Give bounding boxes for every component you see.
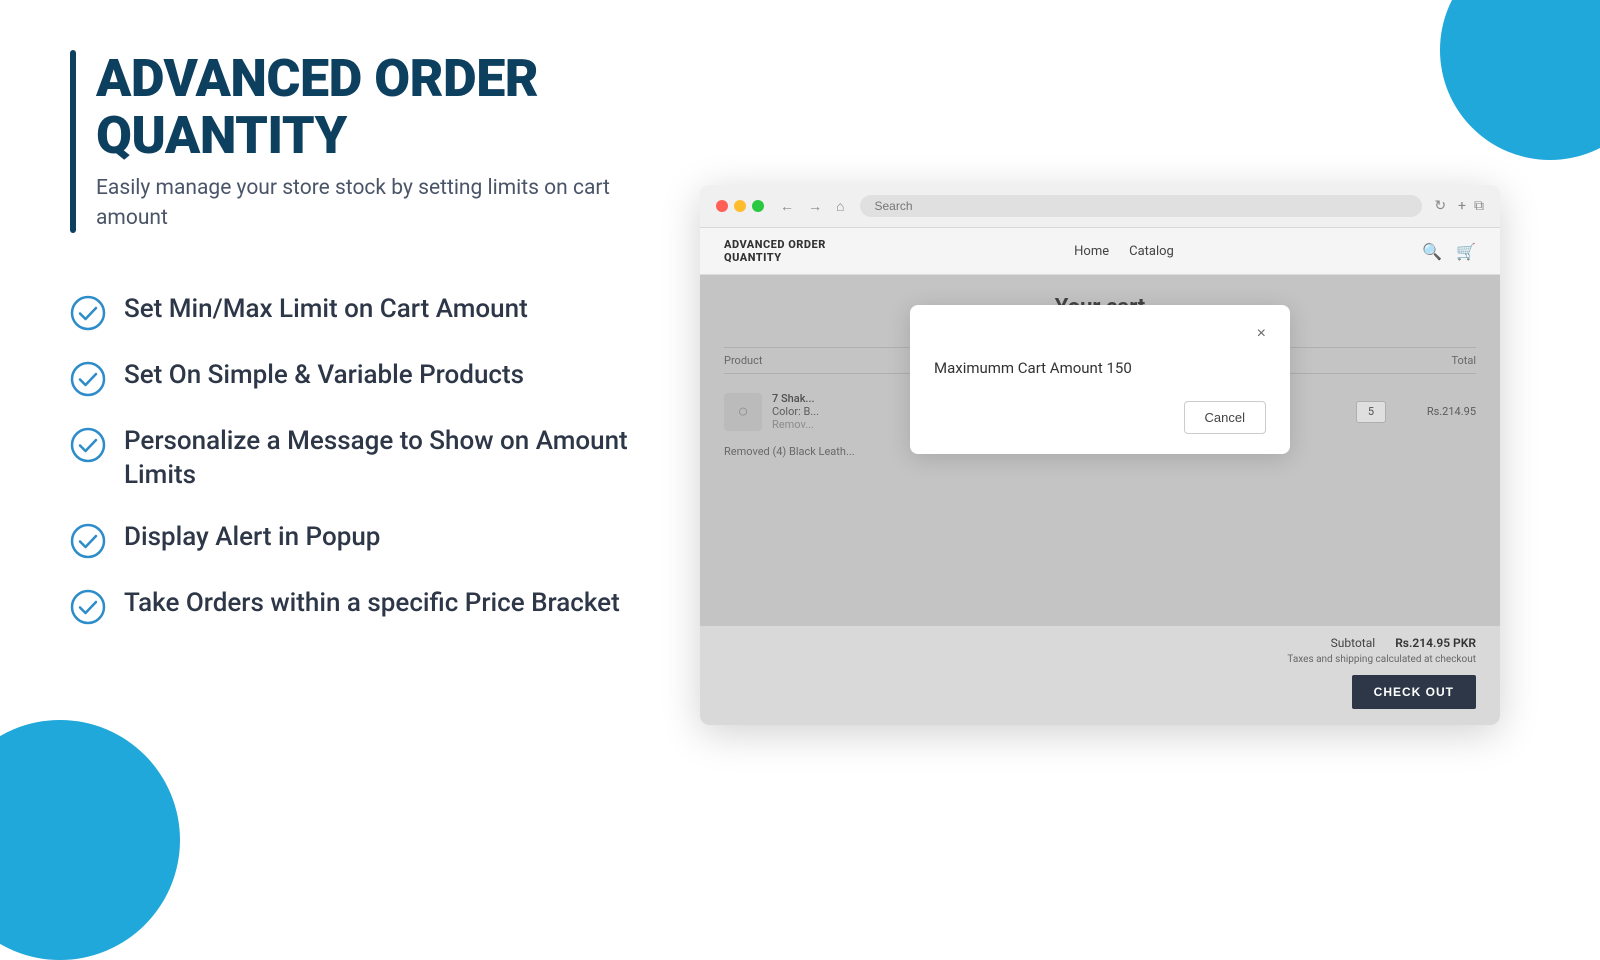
nav-back[interactable]: ← bbox=[776, 196, 798, 217]
nav-home[interactable]: ⌂ bbox=[832, 196, 848, 217]
feature-label: Set Min/Max Limit on Cart Amount bbox=[124, 293, 528, 327]
dot-red[interactable] bbox=[716, 200, 728, 212]
subtotal-amount: Rs.214.95 PKR bbox=[1395, 636, 1476, 650]
features-list: Set Min/Max Limit on Cart Amount Set On … bbox=[70, 293, 630, 625]
dot-green[interactable] bbox=[752, 200, 764, 212]
store-nav: ADVANCED ORDERQUANTITY Home Catalog 🔍 🛒 bbox=[700, 228, 1500, 275]
feature-label: Personalize a Message to Show on Amount … bbox=[124, 425, 630, 493]
browser-dots bbox=[716, 200, 764, 212]
cart-footer: Subtotal Rs.214.95 PKR Taxes and shippin… bbox=[700, 626, 1500, 725]
header-text-block: ADVANCED ORDER QUANTITY Easily manage yo… bbox=[96, 50, 630, 233]
store-nav-icons: 🔍 🛒 bbox=[1422, 242, 1476, 261]
search-icon[interactable]: 🔍 bbox=[1422, 242, 1442, 261]
modal-cancel-button[interactable]: Cancel bbox=[1184, 401, 1266, 434]
page-header: ADVANCED ORDER QUANTITY Easily manage yo… bbox=[70, 50, 630, 233]
browser-resize[interactable]: ⧉ bbox=[1474, 198, 1484, 214]
modal-footer: Cancel bbox=[934, 401, 1266, 434]
browser-nav: ← → ⌂ bbox=[776, 196, 848, 217]
modal-box: × Maximumm Cart Amount 150 Cancel bbox=[910, 305, 1290, 454]
feature-item: Set Min/Max Limit on Cart Amount bbox=[70, 293, 630, 331]
page-title: ADVANCED ORDER QUANTITY bbox=[96, 50, 630, 164]
subtotal-label: Subtotal bbox=[1331, 636, 1376, 650]
feature-label: Display Alert in Popup bbox=[124, 521, 380, 555]
check-circle-icon bbox=[70, 523, 106, 559]
check-circle-icon bbox=[70, 295, 106, 331]
subtotal-line: Subtotal Rs.214.95 PKR bbox=[724, 636, 1476, 650]
modal-header: × bbox=[934, 325, 1266, 343]
feature-item: Set On Simple & Variable Products bbox=[70, 359, 630, 397]
store-nav-links: Home Catalog bbox=[1074, 244, 1174, 259]
header-border bbox=[70, 50, 76, 233]
check-circle-icon bbox=[70, 361, 106, 397]
feature-item: Take Orders within a specific Price Brac… bbox=[70, 587, 630, 625]
feature-item: Display Alert in Popup bbox=[70, 521, 630, 559]
browser-window: ← → ⌂ ↻ + ⧉ ADVANCED ORDERQUANTITY bbox=[700, 185, 1500, 725]
cart-icon[interactable]: 🛒 bbox=[1456, 242, 1476, 261]
dot-yellow[interactable] bbox=[734, 200, 746, 212]
checkout-button[interactable]: CHECK OUT bbox=[1352, 675, 1476, 709]
tax-notice: Taxes and shipping calculated at checkou… bbox=[724, 654, 1476, 665]
left-column: ADVANCED ORDER QUANTITY Easily manage yo… bbox=[70, 50, 630, 860]
nav-home[interactable]: Home bbox=[1074, 244, 1109, 259]
modal-overlay: × Maximumm Cart Amount 150 Cancel bbox=[700, 275, 1500, 626]
feature-item: Personalize a Message to Show on Amount … bbox=[70, 425, 630, 493]
page-subtitle: Easily manage your store stock by settin… bbox=[96, 174, 630, 233]
modal-message: Maximumm Cart Amount 150 bbox=[934, 359, 1266, 377]
store-content: ADVANCED ORDERQUANTITY Home Catalog 🔍 🛒 … bbox=[700, 228, 1500, 725]
browser-search-input[interactable] bbox=[860, 195, 1422, 217]
browser-toolbar: ← → ⌂ ↻ + ⧉ bbox=[700, 185, 1500, 228]
check-circle-icon bbox=[70, 427, 106, 463]
modal-close-button[interactable]: × bbox=[1257, 325, 1266, 343]
nav-catalog[interactable]: Catalog bbox=[1129, 244, 1174, 259]
store-logo: ADVANCED ORDERQUANTITY bbox=[724, 238, 826, 264]
feature-label: Take Orders within a specific Price Brac… bbox=[124, 587, 620, 621]
browser-add[interactable]: + bbox=[1458, 198, 1466, 214]
browser-reload[interactable]: ↻ bbox=[1434, 198, 1446, 214]
nav-forward[interactable]: → bbox=[804, 196, 826, 217]
right-column: ← → ⌂ ↻ + ⧉ ADVANCED ORDERQUANTITY bbox=[670, 50, 1530, 860]
feature-label: Set On Simple & Variable Products bbox=[124, 359, 524, 393]
store-main: Your cart Continue shopping Product Quan… bbox=[700, 275, 1500, 626]
browser-actions: + ⧉ bbox=[1458, 198, 1484, 214]
check-circle-icon bbox=[70, 589, 106, 625]
